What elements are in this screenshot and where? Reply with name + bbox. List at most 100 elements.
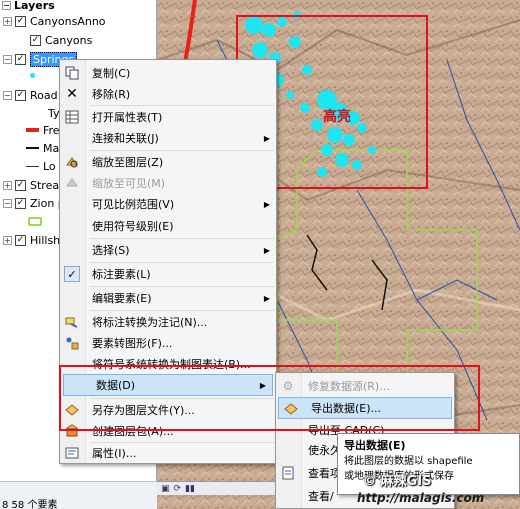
- menu-item-label: 数据(D): [96, 379, 136, 392]
- layer-name: Road: [30, 88, 58, 102]
- menu-item-joins-relates[interactable]: 连接和关联(J) ▶: [60, 127, 276, 149]
- menu-item-convert-symbology-to-representation[interactable]: 将符号系统转换为制图表达(B)...: [60, 353, 276, 375]
- menu-item-label: 移除(R): [92, 88, 131, 101]
- menu-item-visible-scale-range[interactable]: 可见比例范围(V) ▶: [60, 193, 276, 215]
- menu-item-use-symbol-levels[interactable]: 使用符号级别(E): [60, 215, 276, 237]
- legend-label: Ma: [43, 141, 60, 155]
- menu-item-edit-features[interactable]: 编辑要素(E) ▶: [60, 287, 276, 309]
- toc-footer: 8 58 个要素: [0, 481, 157, 509]
- submenu-arrow-icon: ▶: [263, 245, 270, 255]
- map-view-toolbar: ▣ ⟳ ▮▮: [157, 481, 277, 495]
- layer-name: Canyons: [45, 33, 93, 47]
- copy-icon: [64, 65, 80, 81]
- refresh-icon[interactable]: ⟳: [174, 484, 182, 494]
- collapse-icon[interactable]: −: [2, 0, 11, 10]
- watermark-url: http://malagis.com: [357, 491, 485, 505]
- legend-label: Fre: [43, 123, 60, 137]
- layers-root[interactable]: − Layers: [2, 0, 55, 13]
- layers-header: Layers: [14, 0, 55, 12]
- arcmap-window: 高亮 − Layers + ✓ CanyonsAnno ✓ Canyons − …: [0, 0, 520, 509]
- layer-visibility-checkbox[interactable]: ✓: [15, 53, 26, 65]
- layer-canyonsanno[interactable]: + ✓ CanyonsAnno: [3, 13, 106, 29]
- layer-name: Hillsh: [30, 233, 61, 247]
- layer-visibility-checkbox[interactable]: ✓: [15, 179, 26, 191]
- page-icon[interactable]: ▣: [161, 484, 170, 494]
- layer-visibility-checkbox[interactable]: ✓: [15, 89, 26, 101]
- menu-item-remove[interactable]: ✕ 移除(R): [60, 83, 276, 105]
- menu-item-features-to-graphics[interactable]: 要素转图形(F)...: [60, 332, 276, 354]
- menu-item-label: 连接和关联(J): [92, 132, 159, 145]
- menu-item-convert-labels-to-annotation[interactable]: 将标注转换为注记(N)...: [60, 311, 276, 333]
- menu-item-label: 可见比例范围(V): [92, 198, 175, 211]
- collapse-icon[interactable]: −: [3, 90, 12, 100]
- pause-icon[interactable]: ▮▮: [185, 484, 195, 494]
- layer-name: Strea: [30, 178, 60, 192]
- menu-item-label: 将符号系统转换为制图表达(B)...: [92, 358, 251, 371]
- feature-count-status: 8 58 个要素: [2, 500, 58, 509]
- menu-item-export-data[interactable]: 导出数据(E)...: [278, 397, 452, 419]
- collapse-icon[interactable]: −: [3, 198, 12, 208]
- menu-item-selection[interactable]: 选择(S) ▶: [60, 239, 276, 261]
- menu-item-label: 另存为图层文件(Y)...: [92, 404, 195, 417]
- submenu-arrow-icon: ▶: [259, 380, 266, 390]
- expand-icon[interactable]: +: [3, 235, 12, 245]
- layer-canyons[interactable]: ✓ Canyons: [30, 32, 92, 48]
- view-item-icon: [280, 465, 296, 481]
- layer-visibility-checkbox[interactable]: ✓: [15, 234, 26, 246]
- convert-label-icon: [64, 314, 80, 330]
- layer-visibility-checkbox[interactable]: ✓: [30, 34, 41, 46]
- menu-item-label: 修复数据源(R)...: [308, 380, 390, 393]
- layer-visibility-checkbox[interactable]: ✓: [15, 15, 26, 27]
- menu-item-label: 选择(S): [92, 244, 130, 257]
- expand-icon[interactable]: +: [3, 180, 12, 190]
- thin-line-symbol-icon: [26, 165, 39, 167]
- menu-item-zoom-to-visible[interactable]: 缩放至可见(M): [60, 172, 276, 194]
- menu-item-zoom-to-layer[interactable]: 缩放至图层(Z): [60, 151, 276, 173]
- legend-major: Ma: [26, 140, 59, 156]
- check-icon: ✓: [64, 266, 80, 282]
- menu-item-label: 使用符号级别(E): [92, 220, 174, 233]
- layer-hillshade[interactable]: + ✓ Hillsh: [3, 232, 60, 248]
- menu-item-label: 将标注转换为注记(N)...: [92, 316, 208, 329]
- tooltip-body-line1: 将此图层的数据以 shapefile: [344, 456, 473, 467]
- menu-item-open-attribute-table[interactable]: 打开属性表(T): [60, 106, 276, 128]
- layer-streams[interactable]: + ✓ Strea: [3, 177, 59, 193]
- menu-item-data[interactable]: 数据(D) ▶: [63, 374, 273, 396]
- export-icon: [283, 401, 299, 417]
- springs-symbol[interactable]: [30, 67, 35, 83]
- watermark-text: © 麻辣GIS: [363, 474, 432, 489]
- menu-item-label: 复制(C): [92, 67, 131, 80]
- menu-item-properties[interactable]: 属性(I)...: [60, 442, 276, 464]
- table-icon: [64, 109, 80, 125]
- collapse-icon[interactable]: −: [3, 54, 12, 64]
- menu-item-label: 编辑要素(E): [92, 292, 152, 305]
- menu-item-label: 创建图层包(A)...: [92, 425, 174, 438]
- legend-local: Lo: [26, 158, 56, 174]
- legend-label: Lo: [43, 159, 56, 173]
- remove-icon: ✕: [66, 86, 78, 102]
- menu-item-label: 打开属性表(T): [92, 111, 163, 124]
- properties-icon: [64, 445, 80, 461]
- menu-item-create-layer-package[interactable]: 创建图层包(A)...: [60, 420, 276, 442]
- menu-item-label: 导出数据(E)...: [311, 402, 382, 415]
- menu-item-label: 属性(I)...: [92, 447, 137, 460]
- menu-item-label: 缩放至图层(Z): [92, 156, 164, 169]
- black-line-symbol-icon: [26, 147, 39, 149]
- menu-item-repair-data-source[interactable]: ⚙ 修复数据源(R)...: [276, 375, 454, 397]
- layer-visibility-checkbox[interactable]: ✓: [15, 197, 26, 209]
- legend-freeway: Fre: [26, 122, 60, 138]
- highlight-label: 高亮: [323, 109, 351, 125]
- zion-symbol[interactable]: [28, 213, 42, 229]
- legend-label: Ty: [48, 106, 60, 120]
- submenu-arrow-icon: ▶: [263, 199, 270, 209]
- menu-item-label: 缩放至可见(M): [92, 177, 166, 190]
- menu-item-label-features[interactable]: ✓ 标注要素(L): [60, 263, 276, 285]
- layer-package-icon: [64, 423, 80, 439]
- layer-context-menu: 复制(C) ✕ 移除(R) 打开属性表(T) 连接和关联(J) ▶ 缩放至图层(…: [59, 59, 277, 464]
- expand-icon[interactable]: +: [3, 16, 12, 26]
- layer-zion-park[interactable]: − ✓ Zion p: [3, 195, 65, 211]
- menu-item-copy[interactable]: 复制(C): [60, 62, 276, 84]
- tooltip-title: 导出数据(E): [344, 439, 406, 452]
- menu-item-save-as-layer-file[interactable]: 另存为图层文件(Y)...: [60, 399, 276, 421]
- layer-road[interactable]: − ✓ Road: [3, 87, 58, 103]
